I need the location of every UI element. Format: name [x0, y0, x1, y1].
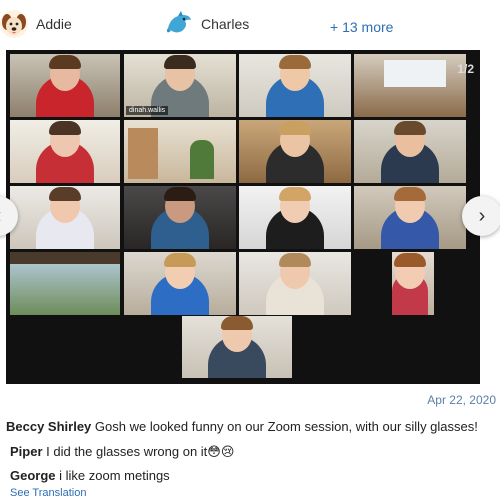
video-tile — [354, 120, 466, 183]
dog-avatar-icon — [0, 10, 28, 38]
comment: Beccy Shirley Gosh we looked funny on ou… — [6, 419, 478, 434]
post-date: Apr 22, 2020 — [427, 393, 496, 407]
class-members-header: Addie Charles + 13 more — [0, 0, 500, 52]
chevron-left-icon: ‹ — [0, 205, 1, 228]
member-addie[interactable]: Addie — [0, 10, 72, 38]
video-tile-active: dinah.wallis — [124, 54, 236, 117]
video-tile — [354, 54, 466, 117]
comment-author[interactable]: George — [10, 468, 56, 483]
member-name: Charles — [201, 16, 250, 32]
video-tile — [182, 316, 292, 378]
chevron-right-icon: › — [478, 204, 486, 227]
see-translation-link[interactable]: See Translation — [10, 487, 86, 499]
video-tile — [10, 54, 120, 117]
dolphin-avatar-icon — [165, 10, 193, 38]
video-tile — [354, 252, 466, 315]
video-tile — [239, 252, 351, 315]
video-tile — [239, 120, 351, 183]
member-name: Addie — [36, 16, 72, 32]
video-tile — [10, 252, 120, 315]
comment-author[interactable]: Beccy Shirley — [6, 419, 91, 434]
video-tile — [10, 186, 120, 249]
video-tile — [124, 252, 236, 315]
comment-text: Gosh we looked funny on our Zoom session… — [94, 419, 478, 434]
video-tile — [124, 186, 236, 249]
participant-name-tag: dinah.wallis — [126, 106, 169, 115]
member-charles[interactable]: Charles — [165, 10, 249, 38]
video-tile — [239, 186, 351, 249]
comment: George i like zoom metings — [10, 468, 170, 483]
comment-text: I did the glasses wrong on it😳😢 — [46, 444, 235, 459]
zoom-gallery-photo[interactable]: dinah.wallis 1/2 — [6, 50, 480, 384]
video-tile — [10, 120, 120, 183]
gallery-page-indicator: 1/2 — [457, 62, 474, 76]
comment: Piper I did the glasses wrong on it😳😢 — [10, 444, 234, 460]
next-photo-button[interactable]: › — [462, 196, 500, 236]
video-tile — [124, 120, 236, 183]
video-tile — [239, 54, 351, 117]
comment-text: i like zoom metings — [59, 468, 170, 483]
video-tile — [354, 186, 466, 249]
more-members-link[interactable]: + 13 more — [330, 19, 393, 35]
comment-author[interactable]: Piper — [10, 444, 43, 459]
